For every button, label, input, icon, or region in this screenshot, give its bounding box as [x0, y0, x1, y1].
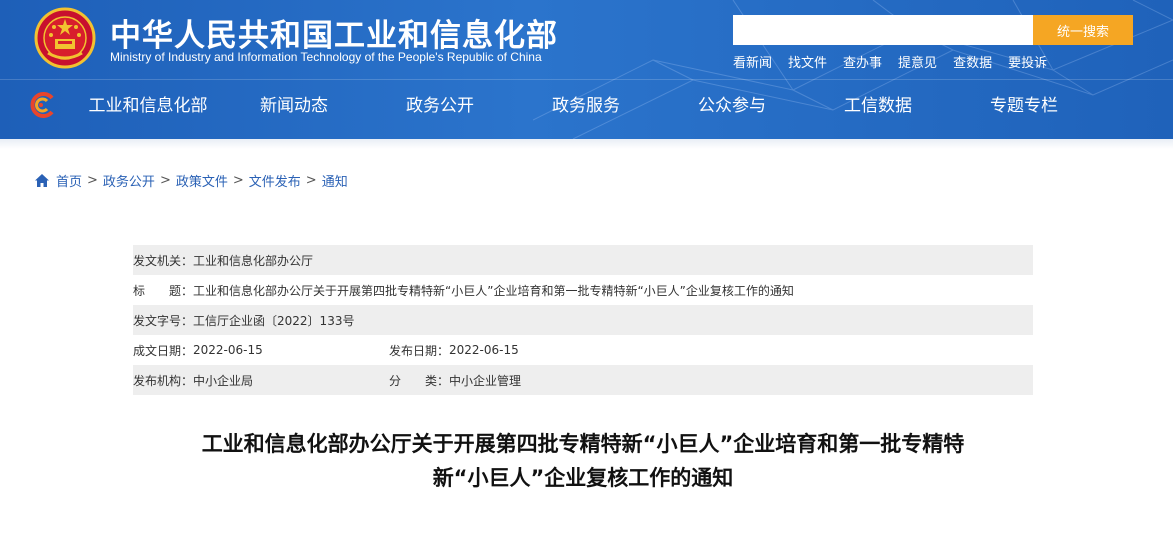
quick-link-feedback[interactable]: 提意见: [898, 52, 937, 71]
quick-link-news[interactable]: 看新闻: [733, 52, 772, 71]
site-subtitle: Ministry of Industry and Information Tec…: [110, 50, 542, 64]
meta-row-issuer: 发文机关： 工业和信息化部办公厅: [133, 245, 1033, 275]
ministry-logo-icon: [30, 92, 54, 118]
header-shadow: [0, 139, 1173, 149]
article-title-line-2: 新“小巨人”企业复核工作的通知: [432, 466, 734, 490]
meta-value-agency: 中小企业局: [193, 373, 254, 388]
article-title: 工业和信息化部办公厅关于开展第四批专精特新“小巨人”企业培育和第一批专精特 新“…: [133, 427, 1033, 495]
meta-value-publish-date: 2022-06-15: [449, 343, 519, 357]
meta-row-doc-no: 发文字号： 工信厅企业函〔2022〕133号: [133, 305, 1033, 335]
nav-item-news[interactable]: 新闻动态: [221, 82, 367, 132]
breadcrumb-notice[interactable]: 通知: [322, 171, 348, 190]
national-emblem-icon: [34, 7, 96, 69]
breadcrumb-separator: >: [232, 173, 244, 188]
meta-cell-publish-date: 发布日期： 2022-06-15: [389, 342, 519, 359]
meta-cell-category: 分 类： 中小企业管理: [389, 372, 521, 389]
meta-row-title: 标 题： 工业和信息化部办公厅关于开展第四批专精特新“小巨人”企业培育和第一批专…: [133, 275, 1033, 305]
meta-row-dates: 成文日期： 2022-06-15 发布日期： 2022-06-15: [133, 335, 1033, 365]
meta-value-issuer: 工业和信息化部办公厅: [193, 253, 314, 268]
quick-link-files[interactable]: 找文件: [788, 52, 827, 71]
meta-label: 发布日期：: [389, 343, 450, 358]
breadcrumb-home[interactable]: 首页: [56, 171, 82, 190]
nav-item-government-services[interactable]: 政务服务: [513, 82, 659, 132]
nav-item-ministry[interactable]: 工业和信息化部: [75, 82, 221, 132]
quick-link-data[interactable]: 查数据: [953, 52, 992, 71]
breadcrumb-government-affairs[interactable]: 政务公开: [103, 171, 155, 190]
search-input[interactable]: [733, 15, 1033, 45]
nav-divider: [0, 79, 1173, 80]
meta-cell-agency: 发布机构： 中小企业局: [133, 372, 389, 389]
nav-item-data[interactable]: 工信数据: [805, 82, 951, 132]
meta-label: 发布机构：: [133, 373, 194, 388]
quick-link-complaint[interactable]: 要投诉: [1008, 52, 1047, 71]
meta-row-agency: 发布机构： 中小企业局 分 类： 中小企业管理: [133, 365, 1033, 395]
meta-value-title: 工业和信息化部办公厅关于开展第四批专精特新“小巨人”企业培育和第一批专精特新“小…: [193, 283, 794, 298]
quick-links: 看新闻 找文件 查办事 提意见 查数据 要投诉: [733, 52, 1063, 71]
document-meta-table: 发文机关： 工业和信息化部办公厅 标 题： 工业和信息化部办公厅关于开展第四批专…: [133, 245, 1033, 395]
meta-cell-written-date: 成文日期： 2022-06-15: [133, 342, 389, 359]
meta-value-category: 中小企业管理: [449, 373, 522, 388]
site-header: 中华人民共和国工业和信息化部 Ministry of Industry and …: [0, 0, 1173, 139]
breadcrumb-policy-documents[interactable]: 政策文件: [176, 171, 228, 190]
breadcrumb-document-release[interactable]: 文件发布: [249, 171, 301, 190]
main-nav: 工业和信息化部 新闻动态 政务公开 政务服务 公众参与 工信数据 专题专栏: [75, 82, 1155, 132]
meta-label: 发文字号：: [133, 313, 194, 328]
meta-label: 分 类：: [389, 373, 450, 388]
meta-label: 发文机关：: [133, 253, 194, 268]
meta-label: 标 题：: [133, 283, 194, 298]
article-title-line-1: 工业和信息化部办公厅关于开展第四批专精特新“小巨人”企业培育和第一批专精特: [201, 432, 965, 456]
breadcrumb: 首页 > 政务公开 > 政策文件 > 文件发布 > 通知: [34, 171, 348, 190]
breadcrumb-separator: >: [305, 173, 317, 188]
nav-item-government-affairs[interactable]: 政务公开: [367, 82, 513, 132]
breadcrumb-separator: >: [159, 173, 171, 188]
nav-item-special-topics[interactable]: 专题专栏: [951, 82, 1097, 132]
meta-value-doc-no: 工信厅企业函〔2022〕133号: [193, 313, 355, 328]
unified-search-button[interactable]: 统一搜索: [1033, 15, 1133, 45]
home-icon: [35, 173, 49, 187]
nav-item-public-participation[interactable]: 公众参与: [659, 82, 805, 132]
breadcrumb-separator: >: [87, 173, 98, 188]
site-title: 中华人民共和国工业和信息化部: [110, 18, 558, 54]
meta-label: 成文日期：: [133, 343, 194, 358]
quick-link-services[interactable]: 查办事: [843, 52, 882, 71]
meta-value-written-date: 2022-06-15: [193, 343, 263, 357]
